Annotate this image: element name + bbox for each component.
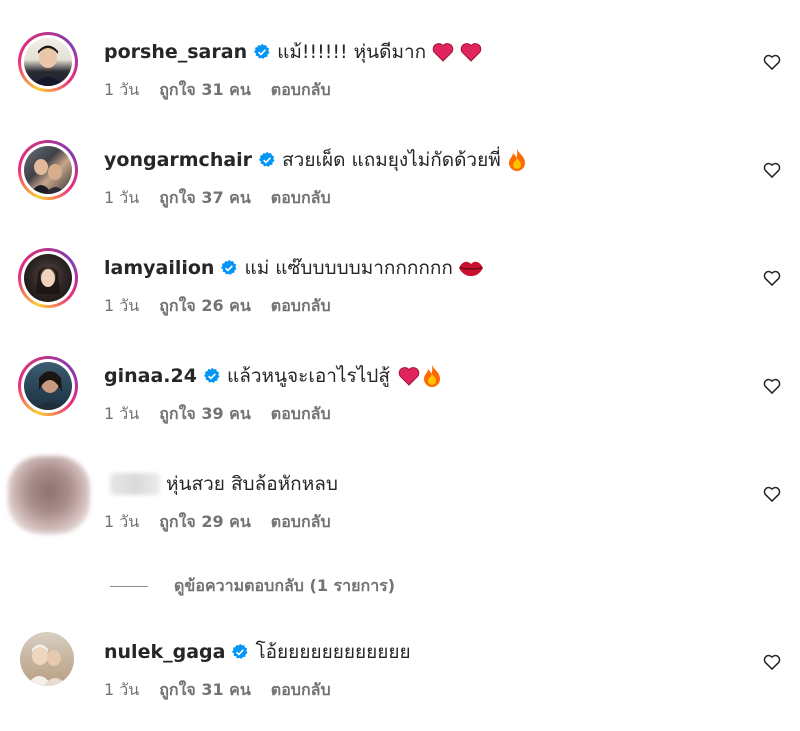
- comment-time: 1 วัน: [104, 188, 140, 207]
- red-heart-icon: [432, 43, 454, 62]
- like-count[interactable]: ถูกใจ 31 คน: [159, 78, 251, 103]
- verified-badge-icon: [232, 643, 248, 659]
- username[interactable]: [110, 473, 160, 495]
- comment-time: 1 วัน: [104, 512, 140, 531]
- reply-button[interactable]: ตอบกลับ: [271, 294, 331, 319]
- avatar[interactable]: [18, 140, 78, 200]
- comment-text: หุ่นสวย สิบล้อหักหลบ: [166, 473, 338, 495]
- username[interactable]: nulek_gaga: [104, 641, 225, 663]
- verified-badge-icon: [221, 259, 237, 275]
- comment-text: แล้วหนูจะเอาไรไปสู้: [226, 365, 390, 387]
- reply-button[interactable]: ตอบกลับ: [271, 402, 331, 427]
- avatar[interactable]: [20, 632, 74, 686]
- view-replies-label[interactable]: ดูข้อความตอบกลับ (1 รายการ): [174, 574, 395, 599]
- comment-time: 1 วัน: [104, 296, 140, 315]
- reply-button[interactable]: ตอบกลับ: [271, 186, 331, 211]
- like-count[interactable]: ถูกใจ 26 คน: [159, 294, 251, 319]
- lips-icon: [458, 261, 483, 276]
- heart-outline-icon[interactable]: [762, 268, 782, 288]
- username[interactable]: porshe_saran: [104, 41, 247, 63]
- red-heart-icon: [398, 367, 420, 386]
- avatar[interactable]: [8, 456, 90, 534]
- view-replies-button[interactable]: ดูข้อความตอบกลับ (1 รายการ): [110, 574, 395, 599]
- comment-text: แม่ แซ๊บบบบบมากกกกกก: [244, 257, 453, 279]
- comment-time: 1 วัน: [104, 80, 140, 99]
- verified-badge-icon: [203, 367, 220, 383]
- username[interactable]: lamyailion: [104, 257, 214, 279]
- heart-outline-icon[interactable]: [762, 652, 782, 672]
- like-count[interactable]: ถูกใจ 29 คน: [159, 510, 251, 535]
- like-count[interactable]: ถูกใจ 39 คน: [159, 402, 251, 427]
- username[interactable]: yongarmchair: [104, 149, 252, 171]
- fire-icon: [508, 149, 525, 171]
- comment-time: 1 วัน: [104, 680, 140, 699]
- reply-button[interactable]: ตอบกลับ: [271, 78, 331, 103]
- reply-button[interactable]: ตอบกลับ: [271, 510, 331, 535]
- avatar[interactable]: [18, 356, 78, 416]
- fire-icon: [423, 365, 440, 387]
- verified-badge-icon: [258, 151, 275, 167]
- comment-text: โอ้ยยยยยยยยยยยย: [255, 641, 411, 663]
- divider: [110, 586, 148, 587]
- heart-outline-icon[interactable]: [762, 160, 782, 180]
- red-heart-icon: [460, 43, 482, 62]
- reply-button[interactable]: ตอบกลับ: [271, 678, 331, 703]
- heart-outline-icon[interactable]: [762, 52, 782, 72]
- avatar[interactable]: [18, 248, 78, 308]
- avatar[interactable]: [18, 32, 78, 92]
- comment-time: 1 วัน: [104, 404, 140, 423]
- heart-outline-icon[interactable]: [762, 376, 782, 396]
- comment-text: สวยเผ็ด แถมยุงไม่กัดด้วยพี่: [282, 149, 501, 171]
- like-count[interactable]: ถูกใจ 31 คน: [159, 678, 251, 703]
- username[interactable]: ginaa.24: [104, 365, 197, 387]
- heart-outline-icon[interactable]: [762, 484, 782, 504]
- like-count[interactable]: ถูกใจ 37 คน: [159, 186, 251, 211]
- verified-badge-icon: [253, 43, 270, 59]
- comment-text: แม้!!!!!! หุ่นดีมาก: [277, 41, 427, 63]
